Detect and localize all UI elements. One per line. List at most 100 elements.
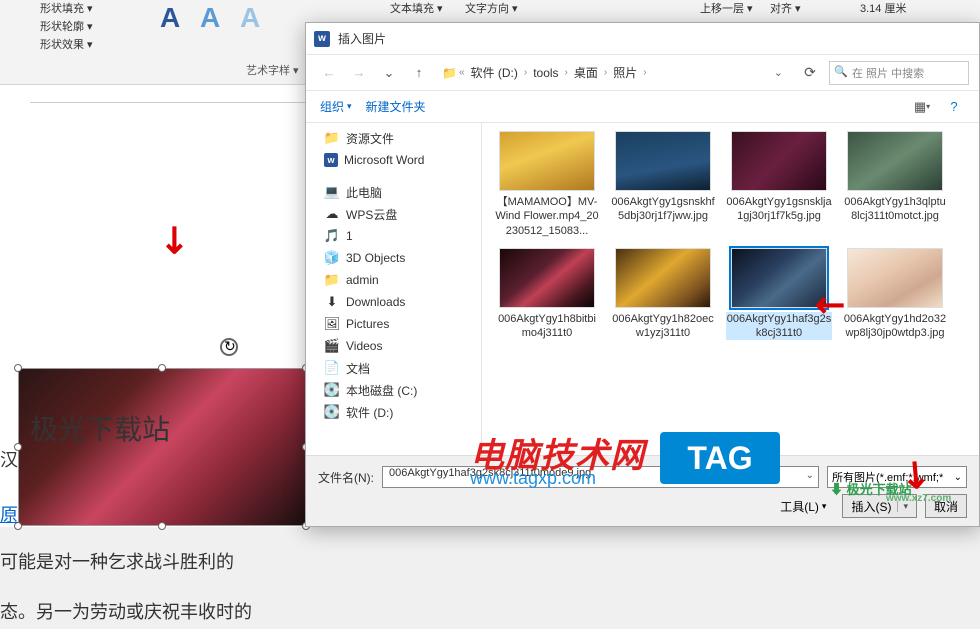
file-name-label: 006AkgtYgy1h82oecw1yzj311t0: [610, 312, 716, 341]
doc-paragraph-2: 态。另一为劳动或庆祝丰收时的: [0, 595, 252, 629]
dialog-nav: ← → ⌄ ↑ 📁 « 软件 (D:) › tools › 桌面 › 照片 › …: [306, 55, 979, 91]
shape-effect-button[interactable]: 形状效果 ▾: [40, 36, 93, 52]
nav-forward-button[interactable]: →: [346, 60, 372, 86]
tree-item-label: Videos: [346, 339, 382, 353]
tree-item[interactable]: w Microsoft Word: [306, 149, 481, 171]
pc-icon: 💻: [324, 184, 340, 200]
resize-handle-bc[interactable]: [158, 522, 166, 530]
tree-item[interactable]: 💽 软件 (D:): [306, 401, 481, 423]
breadcrumb-item[interactable]: tools: [529, 64, 562, 82]
file-thumbnail: [615, 131, 711, 191]
tree-item[interactable]: 🎵1: [306, 225, 481, 247]
file-name-label: 006AkgtYgy1gsnskhf5dbj30rj1f7jww.jpg: [610, 195, 716, 224]
tree-item-label: 此电脑: [346, 184, 382, 201]
resize-handle-tc[interactable]: [158, 364, 166, 372]
filename-label: 文件名(N):: [318, 469, 374, 486]
insert-picture-dialog: w 插入图片 ← → ⌄ ↑ 📁 « 软件 (D:) › tools › 桌面 …: [305, 22, 980, 527]
cancel-button[interactable]: 取消: [925, 494, 967, 518]
tree-item[interactable]: 🖼Pictures: [306, 313, 481, 335]
file-thumbnail: [847, 131, 943, 191]
file-grid[interactable]: 【MAMAMOO】MV- Wind Flower.mp4_20230512_15…: [482, 123, 979, 486]
new-folder-button[interactable]: 新建文件夹: [366, 98, 426, 115]
shape-fill-button[interactable]: 形状填充 ▾: [40, 0, 93, 16]
refresh-button[interactable]: ⟳: [795, 60, 825, 86]
organize-button[interactable]: 组织 ▾: [320, 98, 352, 115]
file-item[interactable]: 006AkgtYgy1h82oecw1yzj311t0: [610, 248, 716, 341]
tree-item-label: Pictures: [346, 317, 389, 331]
file-thumbnail: [731, 131, 827, 191]
cube-icon: 🧊: [324, 250, 340, 266]
insert-button[interactable]: 插入(S)▾: [842, 494, 917, 518]
tree-item[interactable]: 📁admin: [306, 269, 481, 291]
file-thumbnail: [499, 131, 595, 191]
wordart-label[interactable]: 艺术字样 ▾: [246, 62, 299, 78]
help-button[interactable]: ?: [943, 96, 965, 118]
file-item[interactable]: 006AkgtYgy1gsnskhf5dbj30rj1f7jww.jpg: [610, 131, 716, 238]
breadcrumb-item[interactable]: 照片: [609, 62, 641, 83]
doc-paragraph-1: 可能是对一种乞求战斗胜利的: [0, 545, 234, 579]
text-direction-button[interactable]: 文字方向 ▾: [465, 0, 518, 16]
cloud-icon: ☁: [324, 206, 340, 222]
wordart-style-2[interactable]: A: [200, 2, 220, 34]
file-item[interactable]: 006AkgtYgy1h3qlptu8lcj311t0motct.jpg: [842, 131, 948, 238]
file-name-label: 006AkgtYgy1h3qlptu8lcj311t0motct.jpg: [842, 195, 948, 224]
tree-item[interactable]: 📄文档: [306, 357, 481, 379]
tree-item-label: 软件 (D:): [346, 404, 393, 421]
tree-item-label: 本地磁盘 (C:): [346, 382, 417, 399]
file-name-label: 006AkgtYgy1haf3g2sk8cj311t0: [726, 312, 832, 341]
disk-icon: 💽: [324, 404, 340, 420]
tools-button[interactable]: 工具(L) ▾: [772, 494, 834, 518]
file-item[interactable]: 006AkgtYgy1h8bitbimo4j311t0: [494, 248, 600, 341]
tree-item[interactable]: 📁资源文件: [306, 127, 481, 149]
word-icon: w: [324, 153, 338, 167]
nav-back-button[interactable]: ←: [316, 60, 342, 86]
shape-outline-button[interactable]: 形状轮廓 ▾: [40, 18, 93, 34]
tree-item-label: 资源文件: [346, 130, 394, 147]
dialog-toolbar: 组织 ▾ 新建文件夹 ▦ ▾ ?: [306, 91, 979, 123]
tree-item[interactable]: ⬇ Downloads: [306, 291, 481, 313]
align-button[interactable]: 对齐 ▾: [770, 0, 801, 16]
breadcrumb[interactable]: 📁 « 软件 (D:) › tools › 桌面 › 照片 › ⌄: [442, 62, 791, 83]
file-item[interactable]: 006AkgtYgy1hd2o32wp8lj30jp0wtdp3.jpg: [842, 248, 948, 341]
tree-item-label: Downloads: [346, 295, 405, 309]
tree-item[interactable]: 💻 此电脑: [306, 181, 481, 203]
text-fill-button[interactable]: 文本填充 ▾: [390, 0, 443, 16]
file-name-label: 006AkgtYgy1hd2o32wp8lj30jp0wtdp3.jpg: [842, 312, 948, 341]
tree-item[interactable]: ☁ WPS云盘: [306, 203, 481, 225]
rotate-handle[interactable]: [220, 338, 238, 356]
wordart-style-3[interactable]: A: [240, 2, 260, 34]
file-item[interactable]: 【MAMAMOO】MV- Wind Flower.mp4_20230512_15…: [494, 131, 600, 238]
tree-item-label: 3D Objects: [346, 251, 405, 265]
nav-up-button[interactable]: ↑: [406, 60, 432, 86]
doc-text-fragment-1: 汉: [0, 443, 18, 477]
bring-forward-button[interactable]: 上移一层 ▾: [700, 0, 753, 16]
breadcrumb-item[interactable]: 软件 (D:): [467, 62, 522, 83]
music-icon: 🎵: [324, 228, 340, 244]
wordart-style-1[interactable]: A: [160, 2, 180, 34]
chevron-down-icon[interactable]: ⌄: [774, 66, 783, 79]
dialog-title: 插入图片: [338, 30, 386, 47]
doc-text-fragment-2: 原: [0, 498, 18, 532]
resize-handle-tl[interactable]: [14, 364, 22, 372]
doc-icon: 📄: [324, 360, 340, 376]
folder-tree[interactable]: 📁资源文件 w Microsoft Word 💻 此电脑 ☁ WPS云盘 🎵1 🧊 3D Obje…: [306, 123, 482, 486]
dialog-body: 📁资源文件 w Microsoft Word 💻 此电脑 ☁ WPS云盘 🎵1 🧊 3D Obje…: [306, 123, 979, 486]
tree-item[interactable]: 💽本地磁盘 (C:): [306, 379, 481, 401]
size-input[interactable]: 3.14 厘米: [860, 0, 906, 16]
word-icon: w: [314, 31, 330, 47]
dialog-titlebar[interactable]: w 插入图片: [306, 23, 979, 55]
filename-input[interactable]: 006AkgtYgy1haf3g2sk8cj311t0mode9.jpg⌄: [382, 466, 819, 488]
image-watermark-text: 极光下载站: [30, 408, 170, 448]
file-item[interactable]: 006AkgtYgy1gsnsklja1gj30rj1f7k5g.jpg: [726, 131, 832, 238]
breadcrumb-item[interactable]: 桌面: [570, 62, 602, 83]
nav-recent-button[interactable]: ⌄: [376, 60, 402, 86]
tree-item-label: Microsoft Word: [344, 153, 424, 167]
tree-item[interactable]: 🎬Videos: [306, 335, 481, 357]
view-button[interactable]: ▦ ▾: [911, 96, 933, 118]
tree-item-label: WPS云盘: [346, 206, 397, 223]
tree-item-label: admin: [346, 273, 379, 287]
tree-item[interactable]: 🧊 3D Objects: [306, 247, 481, 269]
file-name-label: 006AkgtYgy1h8bitbimo4j311t0: [494, 312, 600, 341]
down-icon: ⬇: [324, 294, 340, 310]
search-input[interactable]: 在 照片 中搜索: [829, 61, 969, 85]
